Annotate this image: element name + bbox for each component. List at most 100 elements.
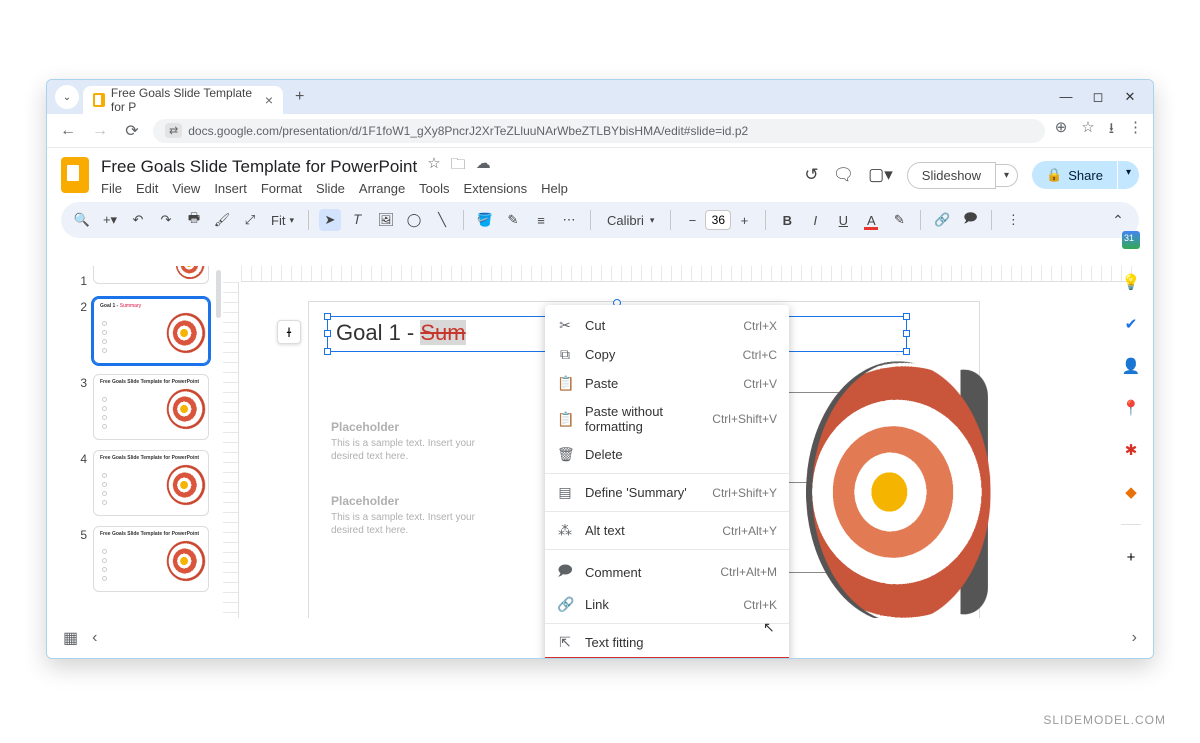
menu-view[interactable]: View — [172, 181, 200, 196]
meet-icon[interactable]: ▢▾ — [868, 165, 893, 185]
share-dropdown[interactable]: ▾ — [1118, 161, 1139, 189]
chrome-menu-icon[interactable]: ⋮ — [1128, 118, 1143, 143]
border-dash-icon[interactable]: ⋯ — [558, 209, 580, 231]
zoom-icon[interactable]: ⤢ — [239, 209, 261, 231]
move-icon[interactable]: 🗀 — [451, 154, 466, 179]
thumbs-scrollbar[interactable] — [216, 270, 221, 318]
image-icon[interactable]: 🖼 — [375, 209, 397, 231]
fill-color-icon[interactable]: 🪣 — [474, 209, 496, 231]
slide-thumb-1[interactable] — [93, 266, 209, 284]
ctx-comment[interactable]: 🗩CommentCtrl+Alt+M — [545, 554, 789, 590]
reload-button[interactable]: ⟳ — [121, 121, 143, 141]
shape-icon[interactable]: ◯ — [403, 209, 425, 231]
border-weight-icon[interactable]: ≡ — [530, 209, 552, 231]
ctx-paste-plain[interactable]: 📋Paste without formattingCtrl+Shift+V — [545, 398, 789, 440]
addon2-icon[interactable]: ◆ — [1121, 482, 1141, 502]
slideshow-dropdown[interactable]: ▾ — [996, 164, 1018, 187]
calendar-icon[interactable] — [1121, 230, 1141, 250]
menu-slide[interactable]: Slide — [316, 181, 345, 196]
share-button[interactable]: 🔒 Share — [1032, 161, 1117, 189]
resize-handle[interactable] — [324, 348, 331, 355]
ctx-paste[interactable]: 📋PasteCtrl+V — [545, 369, 789, 398]
maximize-icon[interactable]: ◻ — [1091, 89, 1105, 105]
minimize-icon[interactable]: — — [1059, 89, 1073, 105]
slide-thumb-4[interactable]: Free Goals Slide Template for PowerPoint — [93, 450, 209, 516]
bold-icon[interactable]: B — [776, 209, 798, 231]
menu-file[interactable]: File — [101, 181, 122, 196]
close-window-icon[interactable]: ✕ — [1123, 89, 1137, 105]
horizontal-ruler[interactable] — [241, 266, 1133, 282]
slideshow-button[interactable]: Slideshow ▾ — [907, 162, 1018, 189]
slide-thumb-5[interactable]: Free Goals Slide Template for PowerPoint — [93, 526, 209, 592]
close-tab-icon[interactable]: × — [265, 92, 273, 108]
paint-format-icon[interactable]: 🖌 — [211, 209, 233, 231]
print-icon[interactable]: 🖶 — [183, 209, 205, 231]
undo-icon[interactable]: ↶ — [127, 209, 149, 231]
slide-thumb-2[interactable]: Goal 1 - Summary — [93, 298, 209, 364]
document-title[interactable]: Free Goals Slide Template for PowerPoint — [101, 157, 417, 177]
resize-handle[interactable] — [903, 313, 910, 320]
site-info-icon[interactable]: ⇄ — [165, 123, 182, 138]
ctx-cut[interactable]: ✂CutCtrl+X — [545, 311, 789, 340]
font-size-input[interactable] — [705, 210, 731, 230]
slide-thumb-3[interactable]: Free Goals Slide Template for PowerPoint — [93, 374, 209, 440]
resize-handle[interactable] — [324, 313, 331, 320]
contacts-icon[interactable]: 👤 — [1121, 356, 1141, 376]
show-sidepanel-icon[interactable]: › — [1132, 629, 1137, 647]
addon-icon[interactable]: ✱ — [1121, 440, 1141, 460]
forward-button[interactable]: → — [89, 122, 111, 140]
textbox-icon[interactable]: 𝑇 — [347, 209, 369, 231]
tab-search-button[interactable]: ⌄ — [55, 85, 79, 109]
back-button[interactable]: ← — [57, 122, 79, 140]
insert-comment-icon[interactable]: 🗩 — [959, 209, 981, 231]
menu-extensions[interactable]: Extensions — [464, 181, 528, 196]
zoom-select[interactable]: Fit▾ — [267, 213, 298, 228]
increase-font-icon[interactable]: + — [733, 209, 755, 231]
menu-help[interactable]: Help — [541, 181, 568, 196]
browser-tab[interactable]: Free Goals Slide Template for P × — [83, 86, 283, 114]
highlight-icon[interactable]: ✎ — [888, 209, 910, 231]
resize-handle[interactable] — [324, 330, 331, 337]
resize-handle[interactable] — [903, 330, 910, 337]
underline-icon[interactable]: U — [832, 209, 854, 231]
select-tool-icon[interactable]: ➤ — [319, 209, 341, 231]
decrease-font-icon[interactable]: − — [681, 209, 703, 231]
font-select[interactable]: Calibri▾ — [601, 211, 660, 230]
ctx-delete[interactable]: 🗑Delete — [545, 440, 789, 469]
vertical-ruler[interactable] — [223, 282, 239, 648]
line-icon[interactable]: ╲ — [431, 209, 453, 231]
ctx-format-options[interactable]: ▣Format options — [545, 657, 789, 659]
maps-icon[interactable]: 📍 — [1121, 398, 1141, 418]
new-slide-icon[interactable]: +▾ — [99, 209, 121, 231]
slide-canvas[interactable]: ɫ Goal 1 - Sum Pl — [309, 302, 979, 659]
insert-link-icon[interactable]: 🔗 — [931, 209, 953, 231]
more-icon[interactable]: ⋮ — [1002, 209, 1024, 231]
ctx-define[interactable]: ▤Define 'Summary'Ctrl+Shift+Y — [545, 478, 789, 507]
get-addons-icon[interactable]: + — [1121, 547, 1141, 567]
history-icon[interactable]: ↺ — [804, 165, 818, 185]
ctx-link[interactable]: 🔗LinkCtrl+K — [545, 590, 789, 619]
italic-icon[interactable]: I — [804, 209, 826, 231]
grid-view-icon[interactable]: ▦ — [63, 628, 78, 648]
bookmark-icon[interactable]: ☆ — [1081, 118, 1094, 143]
strikethrough-badge-icon[interactable]: ɫ — [277, 320, 301, 344]
menu-arrange[interactable]: Arrange — [359, 181, 405, 196]
border-color-icon[interactable]: ✎ — [502, 209, 524, 231]
ctx-copy[interactable]: ⧉CopyCtrl+C — [545, 340, 789, 369]
ctx-alt-text[interactable]: ⁂Alt textCtrl+Alt+Y — [545, 516, 789, 545]
search-icon[interactable]: ⊕ — [1055, 118, 1068, 143]
redo-icon[interactable]: ↷ — [155, 209, 177, 231]
tasks-icon[interactable]: ✔ — [1121, 314, 1141, 334]
download-icon[interactable]: ⭳ — [1109, 118, 1114, 143]
new-tab-button[interactable]: + — [287, 88, 312, 106]
ctx-text-fitting[interactable]: ⇱Text fitting — [545, 628, 789, 657]
address-bar[interactable]: ⇄ docs.google.com/presentation/d/1F1foW1… — [153, 119, 1045, 143]
search-menus-icon[interactable]: 🔍 — [71, 209, 93, 231]
menu-format[interactable]: Format — [261, 181, 302, 196]
resize-handle[interactable] — [903, 348, 910, 355]
keep-icon[interactable]: 💡 — [1121, 272, 1141, 292]
menu-tools[interactable]: Tools — [419, 181, 449, 196]
menu-edit[interactable]: Edit — [136, 181, 158, 196]
text-color-icon[interactable]: A — [860, 209, 882, 231]
comments-icon[interactable]: 🗨 — [833, 165, 855, 185]
